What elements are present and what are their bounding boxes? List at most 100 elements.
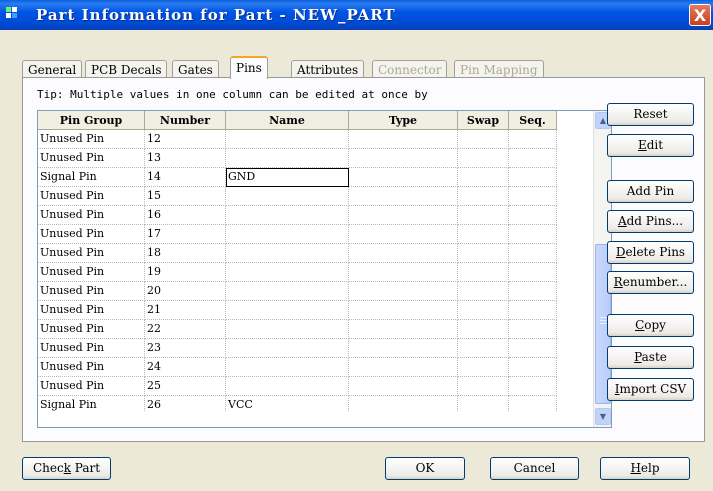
cell-number[interactable]: 16	[145, 206, 226, 225]
cell-seq[interactable]	[509, 149, 557, 168]
table-row[interactable]: Unused Pin 18	[38, 244, 557, 263]
delete-pins-button[interactable]: Delete Pins	[607, 241, 694, 264]
cell-number[interactable]: 19	[145, 263, 226, 282]
cell-swap[interactable]	[458, 282, 509, 301]
cell-swap[interactable]	[458, 339, 509, 358]
cell-name[interactable]	[226, 263, 349, 282]
cell-pin-group[interactable]: Unused Pin	[38, 149, 145, 168]
cell-type[interactable]	[349, 149, 458, 168]
cell-type[interactable]	[349, 130, 458, 149]
cell-number[interactable]: 22	[145, 320, 226, 339]
check-part-button[interactable]: Check Part	[22, 457, 111, 480]
table-row[interactable]: Unused Pin 16	[38, 206, 557, 225]
tab-pins[interactable]: Pins	[230, 56, 268, 79]
cell-number[interactable]: 20	[145, 282, 226, 301]
cell-seq[interactable]	[509, 130, 557, 149]
cell-seq[interactable]	[509, 244, 557, 263]
column-header-type[interactable]: Type	[349, 111, 458, 130]
cell-number[interactable]: 25	[145, 377, 226, 396]
cell-pin-group[interactable]: Unused Pin	[38, 187, 145, 206]
column-header-number[interactable]: Number	[145, 111, 226, 130]
table-row[interactable]: Unused Pin 13	[38, 149, 557, 168]
add-pins-button[interactable]: Add Pins...	[607, 210, 694, 233]
cell-pin-group[interactable]: Unused Pin	[38, 282, 145, 301]
cell-swap[interactable]	[458, 225, 509, 244]
add-pin-button[interactable]: Add Pin	[607, 180, 694, 203]
scroll-down-icon[interactable]: ▼	[595, 408, 611, 425]
table-row[interactable]: Unused Pin 22	[38, 320, 557, 339]
cell-type[interactable]	[349, 168, 458, 187]
cell-pin-group[interactable]: Unused Pin	[38, 206, 145, 225]
column-header-swap[interactable]: Swap	[458, 111, 509, 130]
cell-swap[interactable]	[458, 377, 509, 396]
cell-swap[interactable]	[458, 149, 509, 168]
table-row[interactable]: Unused Pin 15	[38, 187, 557, 206]
cancel-button[interactable]: Cancel	[490, 457, 579, 480]
cell-seq[interactable]	[509, 187, 557, 206]
cell-seq[interactable]	[509, 225, 557, 244]
cell-swap[interactable]	[458, 358, 509, 377]
copy-button[interactable]: Copy	[607, 314, 694, 337]
cell-type[interactable]	[349, 301, 458, 320]
cell-pin-group[interactable]: Unused Pin	[38, 244, 145, 263]
cell-number[interactable]: 15	[145, 187, 226, 206]
cell-seq[interactable]	[509, 168, 557, 187]
cell-pin-group[interactable]: Unused Pin	[38, 130, 145, 149]
cell-pin-group[interactable]: Unused Pin	[38, 377, 145, 396]
cell-swap[interactable]	[458, 320, 509, 339]
cell-type[interactable]	[349, 358, 458, 377]
cell-name[interactable]	[226, 130, 349, 149]
table-row[interactable]: Unused Pin 19	[38, 263, 557, 282]
column-header-pin-group[interactable]: Pin Group	[38, 111, 145, 130]
table-row[interactable]: Unused Pin 23	[38, 339, 557, 358]
cell-number[interactable]: 12	[145, 130, 226, 149]
cell-swap[interactable]	[458, 206, 509, 225]
cell-name[interactable]: GND	[226, 168, 349, 187]
cell-seq[interactable]	[509, 206, 557, 225]
cell-number[interactable]: 17	[145, 225, 226, 244]
cell-seq[interactable]	[509, 339, 557, 358]
table-row[interactable]: Unused Pin 21	[38, 301, 557, 320]
cell-type[interactable]	[349, 187, 458, 206]
cell-pin-group[interactable]: Unused Pin	[38, 339, 145, 358]
cell-swap[interactable]	[458, 130, 509, 149]
pins-grid[interactable]: Pin Group Number Name Type Swap Seq. Unu…	[37, 110, 612, 428]
cell-swap[interactable]	[458, 263, 509, 282]
reset-button[interactable]: Reset	[607, 103, 694, 126]
cell-pin-group[interactable]: Unused Pin	[38, 301, 145, 320]
cell-number[interactable]: 18	[145, 244, 226, 263]
cell-name[interactable]	[226, 282, 349, 301]
cell-name[interactable]	[226, 301, 349, 320]
table-row[interactable]: Unused Pin 20	[38, 282, 557, 301]
cell-swap[interactable]	[458, 187, 509, 206]
cell-name[interactable]	[226, 320, 349, 339]
cell-number[interactable]: 21	[145, 301, 226, 320]
cell-number[interactable]: 23	[145, 339, 226, 358]
column-header-seq[interactable]: Seq.	[509, 111, 557, 130]
cell-name[interactable]	[226, 377, 349, 396]
help-button[interactable]: Help	[600, 457, 690, 480]
import-csv-button[interactable]: Import CSV	[607, 378, 694, 401]
ok-button[interactable]: OK	[385, 457, 465, 480]
cell-type[interactable]	[349, 339, 458, 358]
cell-type[interactable]	[349, 320, 458, 339]
table-row[interactable]: Unused Pin 25	[38, 377, 557, 396]
edit-button[interactable]: Edit	[607, 134, 694, 157]
cell-type[interactable]	[349, 377, 458, 396]
cell-seq[interactable]	[509, 263, 557, 282]
cell-number[interactable]: 14	[145, 168, 226, 187]
cell-name[interactable]	[226, 225, 349, 244]
cell-seq[interactable]	[509, 377, 557, 396]
paste-button[interactable]: Paste	[607, 346, 694, 369]
table-row[interactable]: Unused Pin 12	[38, 130, 557, 149]
cell-number[interactable]: 24	[145, 358, 226, 377]
close-button[interactable]: X	[689, 4, 711, 26]
cell-pin-group[interactable]: Signal Pin	[38, 168, 145, 187]
table-row[interactable]: Unused Pin 17	[38, 225, 557, 244]
cell-pin-group[interactable]: Unused Pin	[38, 320, 145, 339]
cell-type[interactable]	[349, 244, 458, 263]
cell-name[interactable]	[226, 187, 349, 206]
column-header-name[interactable]: Name	[226, 111, 349, 130]
cell-name[interactable]	[226, 206, 349, 225]
table-row[interactable]: Unused Pin 24	[38, 358, 557, 377]
